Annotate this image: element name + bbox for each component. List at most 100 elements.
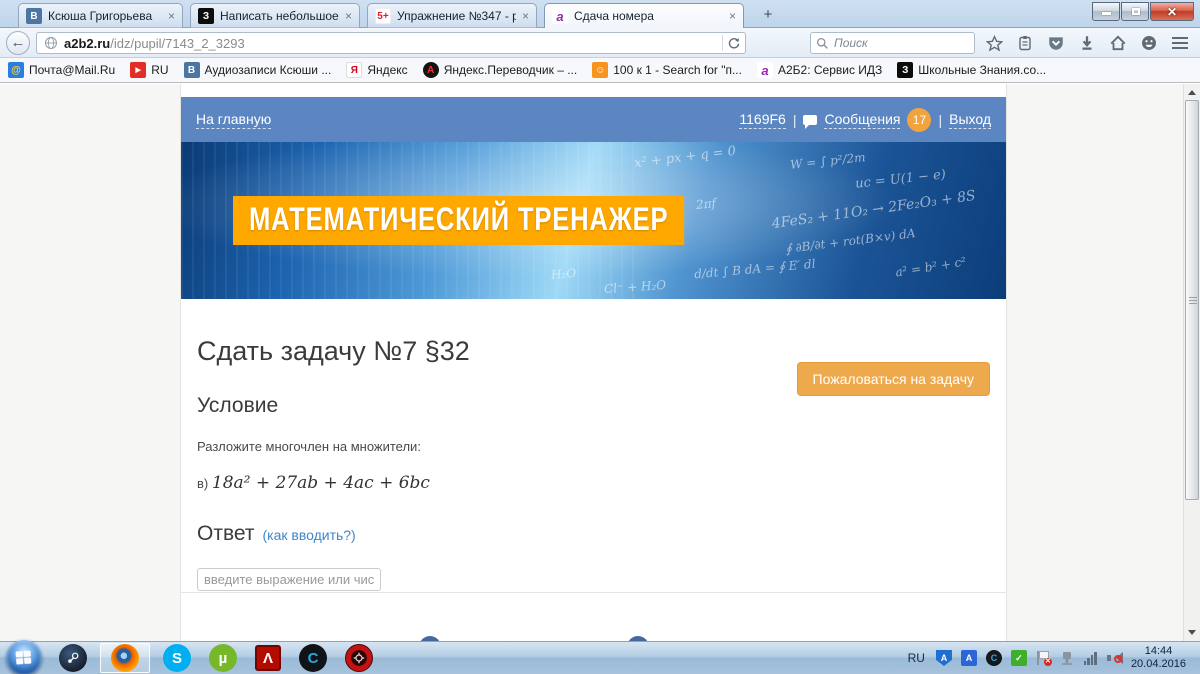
steam-taskbar-button[interactable]: [59, 644, 87, 672]
firefox-taskbar-button-active[interactable]: [100, 643, 150, 673]
vk-favicon-icon: В: [26, 8, 42, 24]
messages-count-badge[interactable]: 17: [907, 108, 931, 132]
taskbar-clock[interactable]: 14:44 20.04.2016: [1131, 645, 1192, 671]
banner-formula: a² = b² + c²: [894, 255, 967, 280]
site-header: На главную 1169F6 | Сообщения 17 | Выход: [181, 97, 1006, 142]
search-icon: [816, 37, 829, 50]
bookmark-label: А2Б2: Сервис ИДЗ: [778, 63, 882, 77]
start-button[interactable]: [6, 640, 42, 674]
acrobat-taskbar-button[interactable]: Λ: [255, 645, 281, 671]
gear-icon: [353, 652, 365, 664]
100k1-icon: ☺: [592, 62, 608, 78]
bookmark-translate[interactable]: А Яндекс.Переводчик – ...: [423, 62, 578, 78]
item-prefix: в): [197, 476, 208, 491]
menu-button[interactable]: [1168, 31, 1192, 55]
bookmark-ru[interactable]: ▶ RU: [130, 62, 168, 78]
utorrent-taskbar-button[interactable]: µ: [209, 644, 237, 672]
bookmark-label: Яндекс.Переводчик – ...: [444, 63, 578, 77]
window-controls: ✕: [1092, 2, 1194, 21]
url-bar[interactable]: a2b2.ru/idz/pupil/7143_2_3293: [36, 32, 746, 54]
reload-icon[interactable]: [727, 36, 741, 50]
minimize-button[interactable]: [1092, 2, 1120, 21]
scroll-down-button[interactable]: [1184, 625, 1200, 641]
tab-vk[interactable]: В Ксюша Григорьева ×: [18, 3, 183, 28]
tab-close-icon[interactable]: ×: [345, 9, 352, 23]
content-column: На главную 1169F6 | Сообщения 17 | Выход…: [180, 84, 1007, 641]
znanija-favicon-icon: З: [198, 8, 214, 24]
banner-formula: 4FeS₂ + 11O₂ → 2Fe₂O₃ + 8S: [770, 188, 976, 232]
scroll-down-icon: [1188, 630, 1196, 639]
banner-formula: 2πf: [695, 196, 716, 212]
home-icon: [1109, 34, 1127, 52]
blue-a-tray-icon[interactable]: A: [961, 650, 977, 666]
tab-gramota[interactable]: 5+ Упражнение №347 - русс... ×: [367, 3, 537, 28]
safely-remove-icon[interactable]: [1059, 650, 1075, 666]
banner-title: МАТЕМАТИЧЕСКИЙ ТРЕНАЖЕР: [233, 196, 684, 245]
mailru-icon: @: [8, 62, 24, 78]
bookmark-a2b2[interactable]: a А2Б2: Сервис ИДЗ: [757, 62, 882, 78]
banner-formula: x² + px + q = 0: [633, 144, 736, 171]
banner-formula: H₂O: [550, 266, 576, 282]
restore-button[interactable]: [1121, 2, 1149, 21]
volume-muted-icon[interactable]: [1106, 650, 1122, 666]
messages-link[interactable]: Сообщения: [824, 111, 900, 129]
task-text: Разложите многочлен на множители:: [197, 439, 990, 454]
complain-button[interactable]: Пожаловаться на задачу: [797, 362, 990, 396]
browser-tabstrip: В Ксюша Григорьева × З Написать небольшо…: [0, 0, 1200, 28]
scroll-up-button[interactable]: [1184, 84, 1200, 100]
bookmark-star-button[interactable]: [982, 31, 1006, 55]
green-check-tray-icon[interactable]: ✓: [1011, 650, 1027, 666]
back-arrow-icon: ←: [11, 34, 26, 51]
driver-booster-taskbar-button[interactable]: [345, 644, 373, 672]
pocket-button[interactable]: [1044, 31, 1068, 55]
bookmark-100k1[interactable]: ☺ 100 к 1 - Search for "п...: [592, 62, 742, 78]
user-code-link[interactable]: 1169F6: [739, 111, 785, 129]
smiley-icon: [1140, 34, 1158, 52]
logout-link[interactable]: Выход: [949, 111, 991, 129]
ccleaner-taskbar-button[interactable]: C: [299, 644, 327, 672]
search-box[interactable]: [810, 32, 975, 54]
pocket-icon: [1047, 34, 1065, 52]
dark-circle-tray-icon[interactable]: C: [986, 650, 1002, 666]
close-button[interactable]: ✕: [1150, 2, 1194, 21]
tab-title: Упражнение №347 - русс...: [397, 9, 516, 23]
search-input[interactable]: [834, 36, 954, 50]
back-button[interactable]: ←: [6, 31, 30, 55]
bookmarks-bar: @ Почта@Mail.Ru ▶ RU В Аудиозаписи Ксюши…: [0, 58, 1200, 83]
bookmark-mailru[interactable]: @ Почта@Mail.Ru: [8, 62, 115, 78]
tab-a2b2-active[interactable]: a Сдача номера ×: [544, 3, 744, 28]
scrollbar[interactable]: [1183, 84, 1200, 641]
tab-close-icon[interactable]: ×: [522, 9, 529, 23]
how-to-enter-link[interactable]: (как вводить?): [262, 527, 355, 543]
language-indicator[interactable]: RU: [908, 651, 925, 665]
banner-formula: W = ∫ p²/2m: [790, 150, 867, 172]
bookmark-vk-audio[interactable]: В Аудиозаписи Ксюши ...: [184, 62, 332, 78]
skype-taskbar-button[interactable]: S: [163, 644, 191, 672]
tab-close-icon[interactable]: ×: [729, 9, 736, 23]
tab-znanija[interactable]: З Написать небольшое соч... ×: [190, 3, 360, 28]
home-link[interactable]: На главную: [196, 111, 271, 129]
bookmark-yandex[interactable]: Я Яндекс: [346, 62, 407, 78]
clipboard-icon: [1017, 35, 1033, 51]
tab-title: Написать небольшое соч...: [220, 9, 339, 23]
condition-heading: Условие: [197, 394, 990, 418]
windows-flag-icon: [16, 650, 33, 665]
yandex-translate-icon: А: [423, 62, 439, 78]
clock-date: 20.04.2016: [1131, 658, 1186, 671]
downloads-button[interactable]: [1075, 31, 1099, 55]
restore-icon: [1132, 8, 1140, 15]
network-signal-icon[interactable]: [1084, 652, 1097, 665]
tab-close-icon[interactable]: ×: [168, 9, 175, 23]
scrollbar-thumb[interactable]: [1185, 100, 1199, 500]
home-button[interactable]: [1106, 31, 1130, 55]
bookmark-label: RU: [151, 63, 168, 77]
hello-button[interactable]: [1137, 31, 1161, 55]
download-icon: [1078, 34, 1096, 52]
bookmarks-menu-button[interactable]: [1013, 31, 1037, 55]
new-tab-button[interactable]: +: [756, 6, 780, 26]
action-center-flag-icon[interactable]: ✕: [1036, 650, 1050, 666]
task-formula: 18a² + 27ab + 4ac + 6bc: [212, 473, 430, 493]
antivirus-shield-icon[interactable]: A: [936, 650, 952, 666]
bookmark-znanija[interactable]: З Школьные Знания.со...: [897, 62, 1046, 78]
answer-input[interactable]: [197, 568, 381, 591]
